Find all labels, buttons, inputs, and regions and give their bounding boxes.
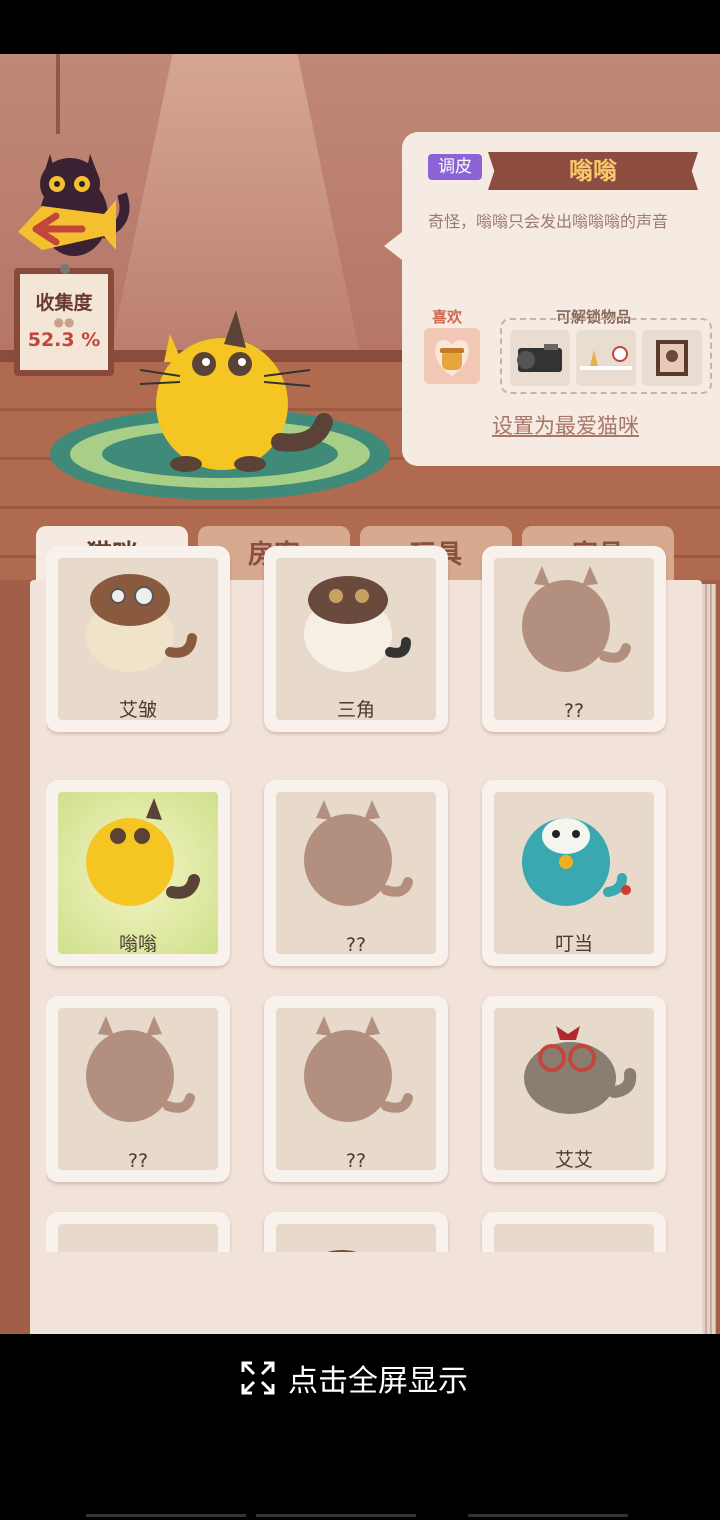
camera-icon[interactable] [510,330,570,386]
nav-bar-indicators [0,1510,720,1520]
paw-icon: ●● [53,315,75,329]
locked-cat-silhouette-icon [304,1016,413,1122]
cat-name-label: 叮当 [554,933,593,955]
cat-card-blue[interactable]: 叮当 [482,780,666,966]
unlockable-items [500,318,712,394]
monocle-cat-icon [86,574,197,672]
photo-frame-icon[interactable] [642,330,702,386]
collection-value: 52.3 % [27,329,101,351]
cat-grid: 艾皱 三角 ?? 嗡嗡 ?? 叮当 ?? ?? 艾艾 [46,546,670,1252]
shelf-icon[interactable] [576,330,636,386]
liked-item-box[interactable] [424,328,480,384]
black-cat-back-icon [18,154,130,256]
cat-card-white[interactable] [46,1212,230,1252]
cat-name-label: ?? [563,700,585,722]
cat-card-locked[interactable]: ?? [46,996,230,1182]
fullscreen-label: 点击全屏显示 [288,1364,468,1399]
cat-name-label: 嗡嗡 [118,933,157,955]
expand-icon [241,1361,275,1395]
cat-description: 奇怪，嗡嗡只会发出嗡嗡嗡的声音 [428,212,669,231]
cat-name: 嗡嗡 [569,157,617,185]
cat-card-monocle[interactable]: 艾皱 [46,546,230,732]
cat-name-banner: 嗡嗡 [488,152,698,190]
set-favorite-link[interactable]: 设置为最爱猫咪 [492,410,639,440]
personality-tag: 调皮 [428,154,482,180]
white-cat-bonnet-icon [68,1222,208,1252]
cat-card-grey[interactable]: 艾艾 [482,996,666,1182]
blue-cat-icon [522,818,631,906]
cat-card-locked[interactable]: ?? [264,996,448,1182]
back-button[interactable] [12,134,132,264]
collection-label: 收集度 [35,292,93,314]
selected-cat-figure[interactable] [139,304,340,474]
cat-card-tricolor[interactable]: 三角 [264,546,448,732]
grey-cat-glasses-icon [524,1026,637,1114]
hanging-string [56,54,60,134]
locked-cat-silhouette-icon [86,1016,195,1122]
brown-cat-hat-icon [327,1250,357,1252]
honey-jar-icon [435,340,469,376]
pin-icon [60,264,70,274]
cat-info-card: 调皮 嗡嗡 奇怪，嗡嗡只会发出嗡嗡嗡的声音 喜欢 可解锁物品 设置为最爱猫咪 [384,132,720,466]
locked-cat-silhouette-icon [522,566,631,672]
cat-card-brown[interactable] [264,1212,448,1252]
cat-name-label: ?? [345,1150,367,1172]
cat-name-label: 艾皱 [118,699,157,721]
status-bar [0,0,720,54]
tricolor-cat-icon [304,576,411,672]
book-page-edges [702,584,716,1334]
cat-card-siamese[interactable] [482,1212,666,1252]
cat-card-yellow[interactable]: 嗡嗡 [46,780,230,966]
cat-name-label: ?? [345,934,367,956]
cat-name-label: 三角 [336,699,375,721]
siamese-cat-sweater-icon [504,1222,644,1252]
cat-card-locked[interactable]: ?? [482,546,666,732]
yellow-cat-icon [86,798,200,906]
cat-card-locked[interactable]: ?? [264,780,448,966]
collection-calendar: 收集度 ●● 52.3 % [14,264,114,376]
fullscreen-button[interactable]: 点击全屏显示 [240,1356,468,1400]
cat-name-label: ?? [127,1150,149,1172]
likes-label: 喜欢 [432,308,463,326]
cat-name-label: 艾艾 [554,1149,593,1171]
locked-cat-silhouette-icon [304,800,413,906]
